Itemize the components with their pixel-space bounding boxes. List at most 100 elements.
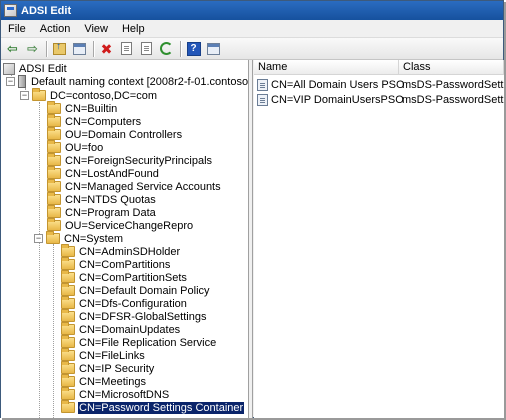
folder-icon (61, 322, 75, 335)
tree-item[interactable]: CN=ComPartitions (61, 257, 171, 271)
help-button[interactable]: ? (184, 40, 203, 58)
pane-splitter[interactable] (249, 60, 253, 418)
folder-icon (61, 296, 75, 309)
folder-icon (46, 231, 60, 244)
tree-item-label: CN=Meetings (79, 375, 146, 388)
tree-item-label: CN=System (64, 232, 123, 245)
tree-item-label: CN=AdminSDHolder (79, 245, 181, 258)
menu-action[interactable]: Action (33, 23, 78, 35)
toolbar: ⇦ ⇨ ✖ ? (1, 38, 503, 60)
folder-icon (47, 114, 61, 127)
list-item[interactable]: CN=All Domain Users PSO msDS-PasswordSet… (257, 77, 504, 92)
tree-item[interactable]: CN=Dfs-Configuration (61, 296, 188, 310)
tree-item[interactable]: CN=Meetings (61, 374, 147, 388)
menu-bar: File Action View Help (1, 20, 503, 38)
tree-item-label: CN=ComPartitions (79, 258, 171, 271)
tree-item[interactable]: CN=Default Domain Policy (61, 283, 211, 297)
help-icon: ? (186, 41, 201, 56)
show-hide-tree-button[interactable] (70, 40, 89, 58)
delete-icon: ✖ (100, 40, 113, 57)
tree-item[interactable]: CN=Builtin (47, 101, 118, 115)
tree-item[interactable]: CN=MicrosoftDNS (61, 387, 170, 401)
tree-item-label: OU=Domain Controllers (65, 128, 183, 141)
tree-item[interactable]: CN=NTDS Quotas (47, 192, 157, 206)
column-header-name[interactable]: Name (254, 60, 399, 75)
tree-item[interactable]: OU=foo (47, 140, 104, 154)
forward-arrow-icon: ⇨ (27, 41, 38, 56)
list-header: Name Class (254, 60, 504, 75)
tree-item[interactable]: CN=Managed Service Accounts (47, 179, 222, 193)
folder-icon (61, 244, 75, 257)
list-item-name: CN=VIP DomainUsersPSO (271, 93, 404, 106)
list-item[interactable]: CN=VIP DomainUsersPSO msDS-PasswordSetti… (257, 92, 504, 107)
delete-button[interactable]: ✖ (97, 40, 116, 58)
tree-item[interactable]: CN=AdminSDHolder (61, 244, 181, 258)
tree-item-label: CN=DomainUpdates (79, 323, 181, 336)
tree-item[interactable]: CN=Computers (47, 114, 142, 128)
folder-icon (47, 218, 61, 231)
refresh-icon (160, 42, 173, 55)
tree-item[interactable]: OU=Domain Controllers (47, 127, 183, 141)
list-item-class: msDS-PasswordSettings (402, 93, 504, 106)
list-item-name: CN=All Domain Users PSO (271, 78, 405, 91)
adsi-edit-icon (3, 62, 15, 75)
toolbar-separator (180, 40, 181, 57)
tree-item[interactable]: CN=IP Security (61, 361, 155, 375)
up-level-icon (53, 41, 66, 55)
collapse-icon[interactable]: − (6, 77, 15, 86)
tree-item-label: OU=ServiceChangeRepro (65, 219, 194, 232)
tree-item[interactable]: OU=ServiceChangeRepro (47, 218, 194, 232)
back-button[interactable]: ⇦ (3, 40, 22, 58)
tree-item[interactable]: CN=FileLinks (61, 348, 146, 362)
menu-file[interactable]: File (1, 23, 33, 35)
collapse-icon[interactable]: − (34, 234, 43, 243)
folder-icon (47, 205, 61, 218)
folder-icon (47, 127, 61, 140)
menu-help[interactable]: Help (115, 23, 152, 35)
tree-item-system[interactable]: − CN=System (34, 231, 124, 245)
tree-item-label: Default naming context [2008r2-f-01.cont… (31, 75, 249, 88)
tree-item-label: CN=Managed Service Accounts (65, 180, 221, 193)
tree-item[interactable]: CN=LostAndFound (47, 166, 160, 180)
export-list-button[interactable] (137, 40, 156, 58)
tree-item-selected[interactable]: CN=Password Settings Container (61, 400, 245, 414)
tree-root-adsi-edit[interactable]: ADSI Edit (3, 62, 68, 75)
results-list[interactable]: Name Class CN=All Domain Users PSO msDS-… (254, 60, 504, 418)
collapse-icon[interactable]: − (20, 91, 29, 100)
folder-icon (47, 179, 61, 192)
properties-icon (121, 42, 132, 55)
tree-line (39, 102, 40, 418)
adsi-edit-window: ADSI Edit File Action View Help ⇦ ⇨ ✖ ? … (0, 0, 504, 418)
tree-item[interactable]: CN=DomainUpdates (61, 322, 181, 336)
tree-item[interactable]: CN=ForeignSecurityPrincipals (47, 153, 213, 167)
menu-view[interactable]: View (77, 23, 115, 35)
tree-item[interactable]: CN=Program Data (47, 205, 157, 219)
folder-icon (61, 270, 75, 283)
show-hide-tree-icon (73, 42, 86, 55)
tree-item-label: CN=Password Settings Container (78, 401, 245, 414)
folder-icon (47, 192, 61, 205)
tree-item[interactable]: CN=File Replication Service (61, 335, 217, 349)
console-tree[interactable]: ADSI Edit − Default naming context [2008… (1, 60, 249, 418)
folder-icon (61, 283, 75, 296)
tree-item-label: CN=ForeignSecurityPrincipals (65, 154, 213, 167)
tree-item-label: CN=NTDS Quotas (65, 193, 156, 206)
folder-icon (32, 88, 46, 101)
up-level-button[interactable] (50, 40, 69, 58)
toolbar-separator (46, 40, 47, 57)
tree-item-label: CN=DFSR-GlobalSettings (79, 310, 207, 323)
tree-item[interactable]: CN=ComPartitionSets (61, 270, 188, 284)
tree-item-default-naming-context[interactable]: − Default naming context [2008r2-f-01.co… (6, 75, 249, 88)
tree-item-label: CN=Dfs-Configuration (79, 297, 187, 310)
forward-button[interactable]: ⇨ (23, 40, 42, 58)
tree-item-domain[interactable]: − DC=contoso,DC=com (20, 88, 158, 102)
show-hide-action-pane-button[interactable] (204, 40, 223, 58)
refresh-button[interactable] (157, 40, 176, 58)
tree-item-label: CN=LostAndFound (65, 167, 159, 180)
column-header-class[interactable]: Class (399, 60, 504, 75)
folder-icon (61, 374, 75, 387)
list-item-class: msDS-PasswordSettings (402, 78, 504, 91)
folder-icon (47, 153, 61, 166)
tree-item[interactable]: CN=DFSR-GlobalSettings (61, 309, 207, 323)
properties-button[interactable] (117, 40, 136, 58)
